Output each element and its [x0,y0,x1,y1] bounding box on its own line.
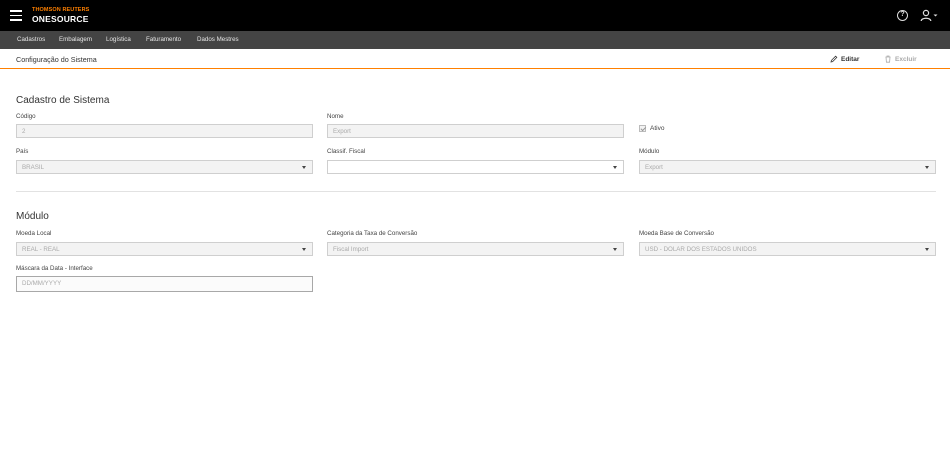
ativo-label: Ativo [650,125,665,132]
moeda-local-label: Moeda Local [16,230,52,237]
classif-fiscal-select[interactable] [327,160,624,174]
section-title-cadastro: Cadastro de Sistema [16,95,110,106]
edit-button[interactable]: Editar [830,55,859,63]
page-title: Configuração do Sistema [16,55,97,64]
delete-button[interactable]: Excluir [884,55,917,63]
caret-down-icon [933,14,938,17]
pais-select[interactable]: BRASIL [16,160,313,174]
trash-icon [885,55,891,63]
nome-label: Nome [327,113,344,120]
modulo-label: Módulo [639,148,660,155]
help-icon[interactable]: ? [897,10,908,21]
pencil-icon [830,55,838,63]
logo[interactable]: THOMSON REUTERS ONESOURCE [32,7,90,24]
user-menu-button[interactable] [920,9,940,22]
user-icon [920,9,938,22]
pais-label: País [16,148,29,155]
nav-item-embalagem[interactable]: Embalagem [59,36,92,43]
categoria-taxa-label: Categoria da Taxa de Conversão [327,230,418,237]
moeda-base-label: Moeda Base de Conversão [639,230,714,237]
classif-fiscal-label: Classif. Fiscal [327,148,366,155]
categoria-taxa-select[interactable]: Fiscal Import [327,242,624,256]
modulo-select[interactable]: Export [639,160,936,174]
main-navigation: Cadastros Embalagem Logística Faturament… [0,31,950,49]
delete-button-label: Excluir [895,55,917,63]
edit-button-label: Editar [841,55,860,63]
moeda-local-select[interactable]: REAL - REAL [16,242,313,256]
codigo-field[interactable]: 2 [16,124,313,138]
section-divider [16,191,936,192]
codigo-label: Código [16,113,36,120]
moeda-base-select[interactable]: USD - DOLAR DOS ESTADOS UNIDOS [639,242,936,256]
mascara-data-input[interactable]: DD/MM/YYYY [16,276,313,292]
nav-item-cadastros[interactable]: Cadastros [17,36,45,43]
nav-item-logistica[interactable]: Logística [106,36,131,43]
nav-item-faturamento[interactable]: Faturamento [146,36,181,43]
menu-icon[interactable] [10,10,22,21]
mascara-data-label: Máscara da Data - Interface [16,265,93,272]
nome-field[interactable]: Export [327,124,624,138]
top-bar: THOMSON REUTERS ONESOURCE ? [0,0,950,31]
logo-brand-top: THOMSON REUTERS [32,7,90,13]
section-title-modulo: Módulo [16,211,49,222]
logo-brand-main: ONESOURCE [32,13,89,24]
page-header: Configuração do Sistema Editar Excluir [0,49,950,69]
nav-item-dados-mestres[interactable]: Dados Mestres [197,36,239,43]
ativo-checkbox[interactable] [639,125,646,132]
